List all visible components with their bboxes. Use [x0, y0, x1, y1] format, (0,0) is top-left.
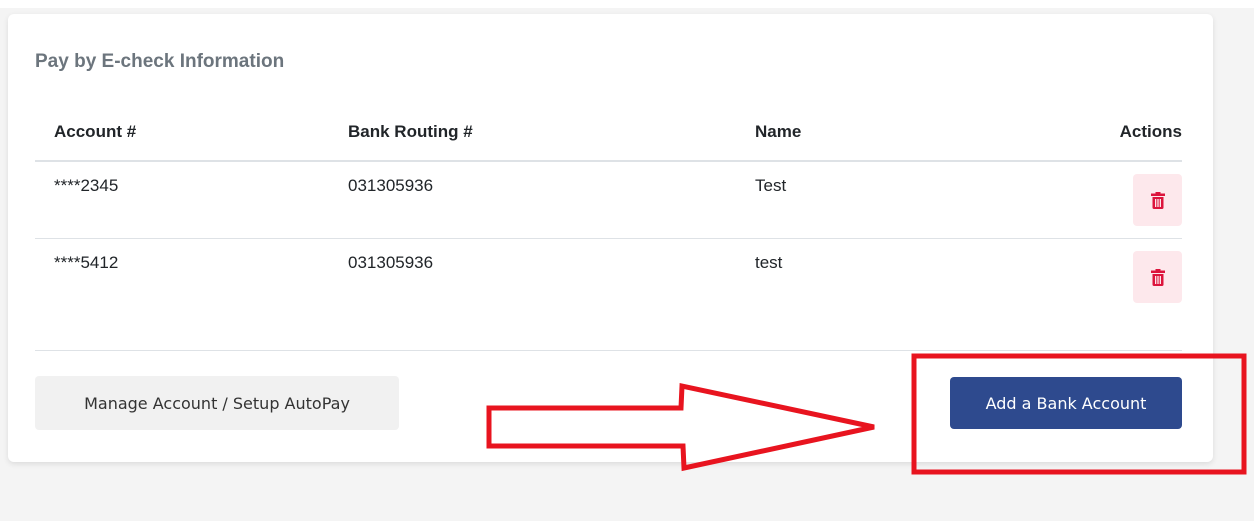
header-name: Name — [755, 122, 802, 141]
table-row: ****5412 031305936 test — [35, 239, 1182, 315]
trash-icon — [1150, 191, 1165, 209]
account-number: ****5412 — [54, 253, 119, 272]
footer-divider — [35, 350, 1182, 351]
table-row: ****2345 031305936 Test — [35, 162, 1182, 239]
top-strip — [0, 0, 1254, 8]
account-name: test — [755, 253, 783, 272]
account-name: Test — [755, 176, 787, 195]
bank-accounts-table: Account # Bank Routing # Name Actions **… — [35, 114, 1182, 315]
add-bank-account-button[interactable]: Add a Bank Account — [950, 377, 1182, 429]
header-account: Account # — [54, 122, 137, 141]
account-number: ****2345 — [54, 176, 119, 195]
trash-icon — [1150, 268, 1165, 286]
table-header: Account # Bank Routing # Name Actions — [35, 114, 1182, 162]
routing-number: 031305936 — [348, 253, 434, 272]
card-title: Pay by E-check Information — [35, 51, 285, 72]
delete-button[interactable] — [1133, 174, 1182, 226]
echeck-card: Pay by E-check Information Account # Ban… — [8, 14, 1213, 462]
routing-number: 031305936 — [348, 176, 434, 195]
header-routing: Bank Routing # — [348, 122, 473, 141]
manage-account-button[interactable]: Manage Account / Setup AutoPay — [35, 376, 399, 430]
header-actions: Actions — [1119, 122, 1182, 141]
delete-button[interactable] — [1133, 251, 1182, 303]
